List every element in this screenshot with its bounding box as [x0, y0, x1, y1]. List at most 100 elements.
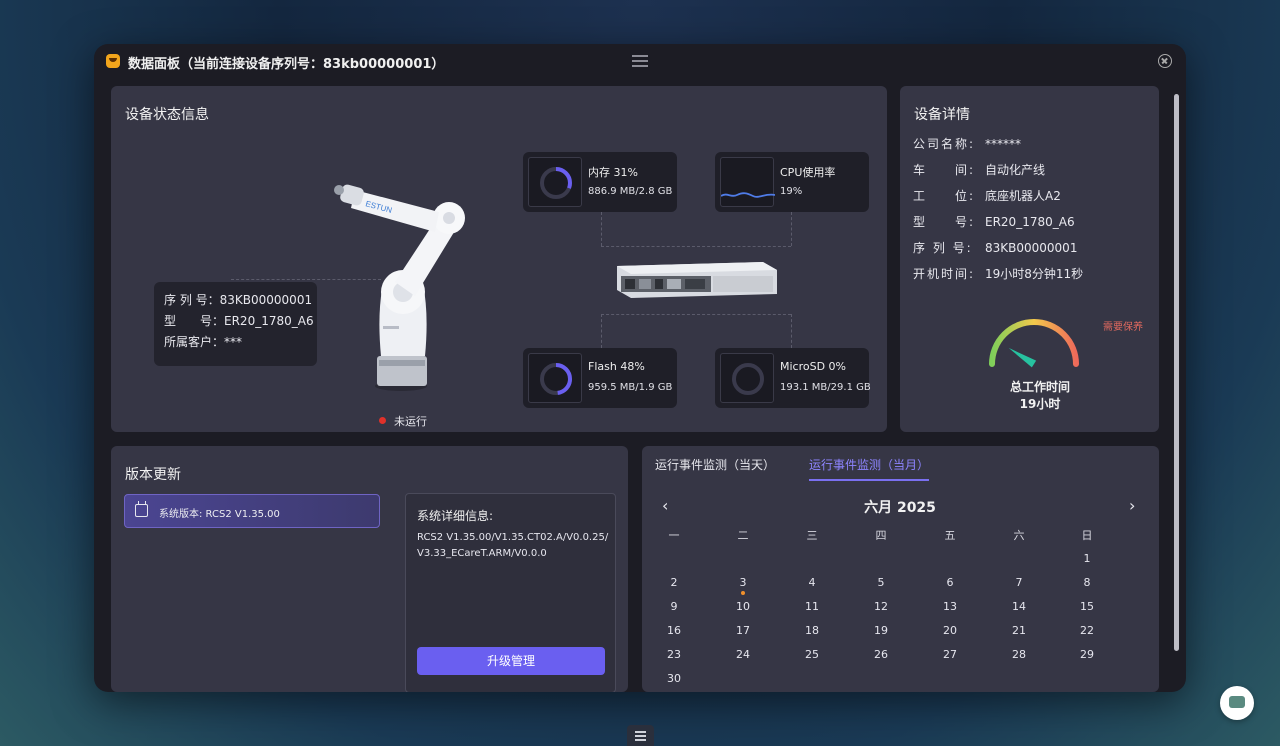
calendar-day[interactable]: 18 [792, 624, 832, 637]
calendar-day[interactable]: 12 [861, 600, 901, 613]
detail-row-model: 型 号: ER20_1780_A6 [913, 215, 1075, 229]
run-status-dot [379, 417, 386, 424]
version-update-panel: 版本更新 系统版本: RCS2 V1.35.00 系统详细信息: RCS2 V1… [111, 446, 628, 692]
connector-line [791, 314, 792, 348]
calendar-day[interactable]: 22 [1067, 624, 1107, 637]
calendar-day[interactable]: 17 [723, 624, 763, 637]
system-detail-title: 系统详细信息: [417, 509, 494, 523]
calendar-day[interactable]: 26 [861, 648, 901, 661]
work-time-gauge [989, 319, 1079, 368]
flash-metric-card: Flash 48% 959.5 MB/1.9 GB [523, 348, 677, 408]
calendar-day[interactable]: 30 [654, 672, 694, 685]
microsd-label: MicroSD 0% [780, 360, 847, 373]
bottom-menu-icon[interactable] [627, 725, 654, 746]
connector-line [601, 314, 791, 315]
microsd-metric-card: MicroSD 0% 193.1 MB/29.1 GB [715, 348, 871, 408]
device-details-title: 设备详情 [914, 107, 970, 123]
calendar-day[interactable]: 27 [930, 648, 970, 661]
tab-events-month[interactable]: 运行事件监测（当月） [809, 456, 929, 473]
customer-row: 所属客户：*** [164, 335, 243, 349]
device-info-card: 序 列 号：83KB00000001 型 号：ER20_1780_A6 所属客户… [154, 282, 317, 366]
detail-row-serial: 序 列 号: 83KB00000001 [913, 241, 1078, 255]
calendar-day[interactable]: 24 [723, 648, 763, 661]
memory-ring-chart [540, 167, 572, 199]
calendar-day[interactable]: 19 [861, 624, 901, 637]
calendar-event-dot [741, 591, 745, 595]
window-title: 数据面板（当前连接设备序列号：83kb00000001） [128, 57, 445, 72]
tab-events-today[interactable]: 运行事件监测（当天） [655, 456, 775, 473]
calendar-day[interactable]: 13 [930, 600, 970, 613]
calendar-day[interactable]: 8 [1067, 576, 1107, 589]
calendar-day[interactable]: 16 [654, 624, 694, 637]
connector-line [601, 314, 602, 348]
calendar-next-icon[interactable]: › [1129, 496, 1135, 515]
upgrade-management-button[interactable]: 升级管理 [417, 647, 605, 675]
flash-ring-chart [540, 363, 572, 395]
calendar-weekday-header: 四 [875, 529, 887, 542]
calendar-day[interactable]: 21 [999, 624, 1039, 637]
calendar-day[interactable]: 7 [999, 576, 1039, 589]
chat-support-icon[interactable] [1220, 686, 1254, 720]
flash-detail: 959.5 MB/1.9 GB [588, 382, 673, 393]
memory-detail: 886.9 MB/2.8 GB [588, 186, 673, 197]
app-logo-icon [106, 54, 120, 68]
system-version-label: 系统版本: RCS2 V1.35.00 [159, 509, 280, 520]
calendar-day[interactable]: 20 [930, 624, 970, 637]
calendar-day[interactable]: 10 [723, 600, 763, 613]
total-work-time-value: 19小时 [1019, 397, 1061, 411]
system-detail-text: RCS2 V1.35.00/V1.35.CT02.A/V0.0.25/V3.33… [417, 532, 609, 559]
vertical-scrollbar[interactable] [1174, 94, 1179, 651]
detail-row-workshop: 车 间: 自动化产线 [913, 163, 1046, 177]
calendar-weekday-header: 五 [944, 529, 956, 542]
calendar-weekday-header: 六 [1013, 529, 1025, 542]
connector-line [791, 212, 792, 246]
cpu-metric-card: CPU使用率 19% [715, 152, 869, 212]
run-status-text: 未运行 [394, 415, 427, 428]
detail-row-uptime: 开机时间: 19小时8分钟11秒 [913, 267, 1084, 281]
calendar-day[interactable]: 14 [999, 600, 1039, 613]
cpu-label: CPU使用率 [780, 166, 836, 179]
calendar-day[interactable]: 15 [1067, 600, 1107, 613]
calendar-day[interactable]: 4 [792, 576, 832, 589]
calendar-weekday-header: 二 [737, 529, 749, 542]
calendar-day[interactable]: 5 [861, 576, 901, 589]
system-version-item[interactable]: 系统版本: RCS2 V1.35.00 [124, 494, 380, 528]
serial-row: 序 列 号：83KB00000001 [164, 293, 313, 307]
calendar-weekday-header: 一 [668, 529, 680, 542]
microsd-ring-chart [732, 363, 764, 395]
calendar-day[interactable]: 28 [999, 648, 1039, 661]
calendar-prev-icon[interactable]: ‹ [662, 496, 668, 515]
calendar-weekday-header: 三 [806, 529, 818, 542]
calendar-month-label: 六月 2025 [864, 500, 936, 516]
flash-label: Flash 48% [588, 360, 645, 373]
system-detail-box: 系统详细信息: RCS2 V1.35.00/V1.35.CT02.A/V0.0.… [405, 493, 616, 692]
calendar-day[interactable]: 1 [1067, 552, 1107, 565]
maintenance-warning: 需要保养 [1103, 322, 1143, 333]
title-bar: 数据面板（当前连接设备序列号：83kb00000001） [94, 44, 1186, 80]
calendar-day[interactable]: 3 [723, 576, 763, 589]
device-details-panel: 设备详情 公司名称: ****** 车 间: 自动化产线 工 位: 底座机器人A2 型… [900, 86, 1159, 432]
detail-row-station: 工 位: 底座机器人A2 [913, 189, 1061, 203]
calendar-day[interactable]: 2 [654, 576, 694, 589]
calendar-day[interactable]: 6 [930, 576, 970, 589]
close-icon[interactable] [1158, 54, 1172, 68]
calendar-day[interactable]: 9 [654, 600, 694, 613]
calendar-weekday-header: 日 [1081, 529, 1093, 542]
dashboard-window: 数据面板（当前连接设备序列号：83kb00000001） 设备状态信息 ESTU… [94, 44, 1186, 692]
calendar-day[interactable]: 23 [654, 648, 694, 661]
connector-line [601, 246, 791, 247]
calendar-day[interactable]: 11 [792, 600, 832, 613]
calendar-day[interactable]: 25 [792, 648, 832, 661]
total-work-time-label: 总工作时间 [1009, 380, 1070, 394]
hamburger-menu-icon[interactable] [632, 55, 648, 67]
active-tab-indicator [809, 479, 929, 481]
robot-arm-image: ESTUN [334, 184, 465, 391]
cpu-detail: 19% [780, 186, 803, 197]
memory-label: 内存 31% [588, 166, 638, 179]
connector-line [601, 212, 602, 246]
version-update-title: 版本更新 [125, 467, 181, 483]
calendar-day[interactable]: 29 [1067, 648, 1107, 661]
detail-row-company: 公司名称: ****** [913, 137, 1021, 151]
cpu-usage-sparkline [720, 192, 776, 198]
calendar-icon [135, 501, 148, 517]
